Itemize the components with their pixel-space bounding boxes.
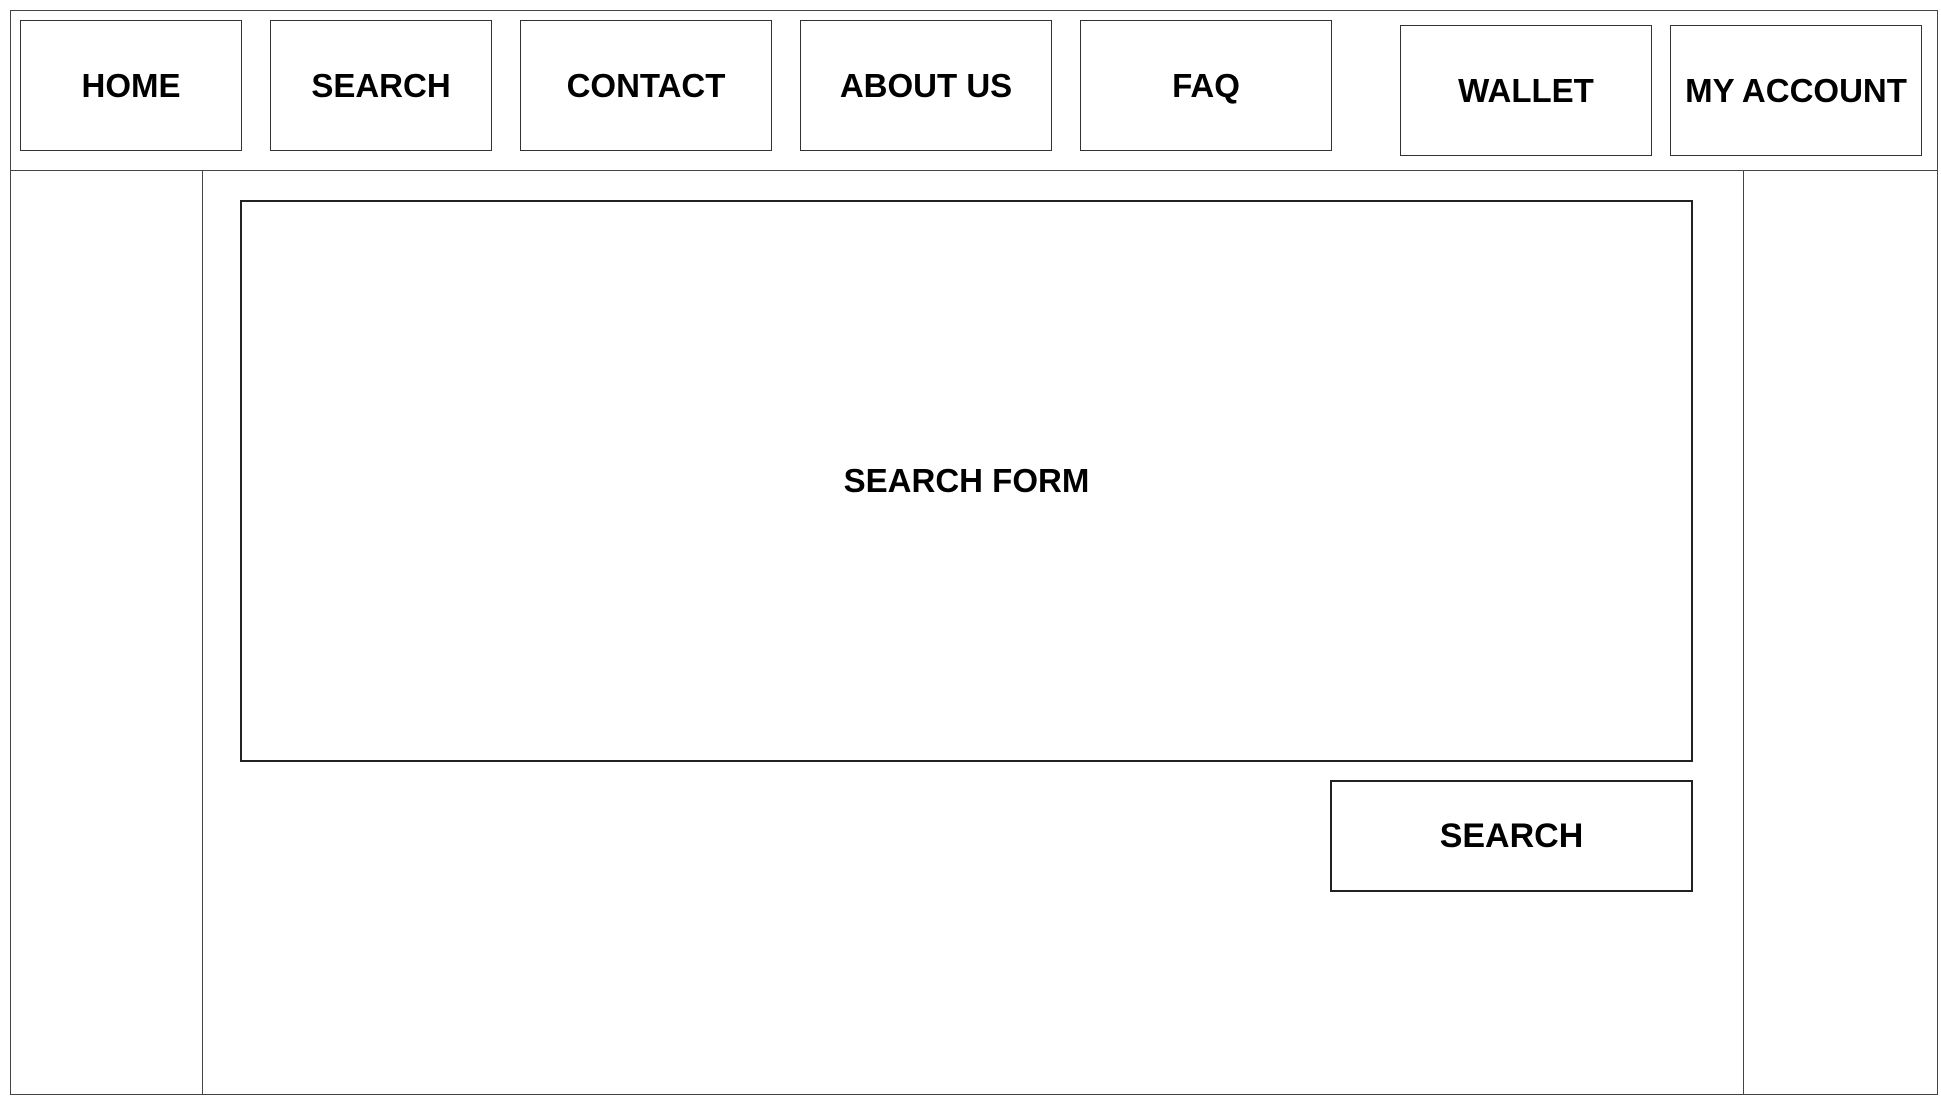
nav-search-button[interactable]: SEARCH [270,20,492,151]
search-form-label: SEARCH FORM [843,462,1090,499]
right-sidebar-divider [1743,170,1744,1095]
my-account-button[interactable]: MY ACCOUNT [1670,25,1922,156]
search-submit-button[interactable]: SEARCH [1330,780,1693,892]
nav-about-us-button[interactable]: ABOUT US [800,20,1052,151]
search-form[interactable]: SEARCH FORM [240,200,1693,762]
left-sidebar-divider [202,170,203,1095]
header-divider [10,170,1938,171]
nav-contact-button[interactable]: CONTACT [520,20,772,151]
nav-faq-button[interactable]: FAQ [1080,20,1332,151]
wallet-button[interactable]: WALLET [1400,25,1652,156]
nav-home-button[interactable]: HOME [20,20,242,151]
